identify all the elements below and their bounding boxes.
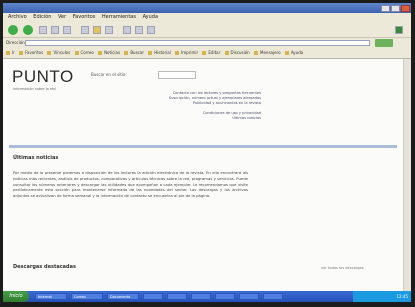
link-item[interactable]: Ayuda <box>285 48 303 58</box>
address-bar: Dirección <box>3 38 411 48</box>
link-item[interactable]: Historial <box>148 48 171 58</box>
edit-icon[interactable] <box>147 26 155 34</box>
menu-item-edit[interactable]: Edición <box>33 14 51 20</box>
taskbar-item[interactable]: Correo <box>71 293 103 300</box>
forward-icon[interactable] <box>23 25 33 35</box>
section-title: Últimas noticias <box>13 155 59 161</box>
history-icon[interactable] <box>105 26 113 34</box>
taskbar-item[interactable] <box>167 293 187 300</box>
address-input[interactable] <box>25 40 370 46</box>
refresh-icon[interactable] <box>51 26 59 34</box>
links-bar: Ir Favoritos Vínculos Correo Noticias Bu… <box>3 48 411 59</box>
print-icon[interactable] <box>135 26 143 34</box>
title-bar <box>3 3 411 13</box>
link-item[interactable]: Ir <box>6 48 15 58</box>
stop-icon[interactable] <box>39 26 47 34</box>
side-link[interactable]: ver todas las descargas <box>321 266 364 270</box>
site-logo[interactable]: PUNTO <box>12 67 74 87</box>
back-icon[interactable] <box>8 25 18 35</box>
info-links: Contacto con los lectores y preguntas fr… <box>91 91 261 121</box>
article-text: Por medio de la presente ponemos a dispo… <box>13 170 248 199</box>
web-page: PUNTO información sobre la red Buscar en… <box>3 59 403 291</box>
menu-item-view[interactable]: Ver <box>58 14 66 20</box>
close-button[interactable] <box>401 5 410 12</box>
link-item[interactable]: Editar <box>202 48 220 58</box>
info-link[interactable]: Publicidad y anunciantes en la revista <box>91 101 261 106</box>
link-item[interactable]: Imprimir <box>175 48 198 58</box>
search-label: Buscar en el sitio: <box>91 72 127 77</box>
search-icon[interactable] <box>81 26 89 34</box>
clock: 12:45 <box>396 294 408 299</box>
taskbar: Inicio Internet Correo Documento 12:45 <box>3 291 411 302</box>
taskbar-item[interactable] <box>239 293 259 300</box>
windows-logo-icon <box>395 26 403 34</box>
system-tray: 12:45 <box>353 291 411 302</box>
link-item[interactable]: Noticias <box>98 48 120 58</box>
section-title: Descargas destacadas <box>13 264 76 270</box>
link-item[interactable]: Discusión <box>225 48 250 58</box>
taskbar-item[interactable] <box>143 293 163 300</box>
mail-icon[interactable] <box>123 26 131 34</box>
menu-bar: Archivo Edición Ver Favoritos Herramient… <box>3 13 411 22</box>
favorites-icon[interactable] <box>93 26 101 34</box>
address-label: Dirección <box>6 40 25 45</box>
menu-item-file[interactable]: Archivo <box>8 14 27 20</box>
link-item[interactable]: Vínculos <box>47 48 70 58</box>
link-item[interactable]: Favoritos <box>19 48 43 58</box>
header-divider <box>9 145 397 148</box>
taskbar-item[interactable] <box>191 293 211 300</box>
info-link[interactable]: Últimas noticias <box>91 116 261 121</box>
link-item[interactable]: Correo <box>75 48 94 58</box>
toolbar <box>3 22 411 38</box>
vertical-scrollbar[interactable] <box>403 59 411 291</box>
go-button[interactable] <box>375 39 393 47</box>
start-button[interactable]: Inicio <box>3 291 29 302</box>
site-tagline: información sobre la red <box>13 87 56 91</box>
search-input[interactable] <box>158 71 196 79</box>
menu-item-help[interactable]: Ayuda <box>143 14 158 20</box>
menu-item-favorites[interactable]: Favoritos <box>73 14 96 20</box>
browser-window: Archivo Edición Ver Favoritos Herramient… <box>3 3 411 302</box>
taskbar-item[interactable] <box>215 293 235 300</box>
menu-item-tools[interactable]: Herramientas <box>102 14 136 20</box>
home-icon[interactable] <box>63 26 71 34</box>
link-item[interactable]: Buscar <box>124 48 144 58</box>
taskbar-item[interactable]: Internet <box>35 293 67 300</box>
taskbar-item[interactable]: Documento <box>107 293 139 300</box>
link-item[interactable]: Mensajero <box>254 48 281 58</box>
maximize-button[interactable] <box>391 5 400 12</box>
taskbar-item[interactable] <box>263 293 283 300</box>
minimize-button[interactable] <box>381 5 390 12</box>
